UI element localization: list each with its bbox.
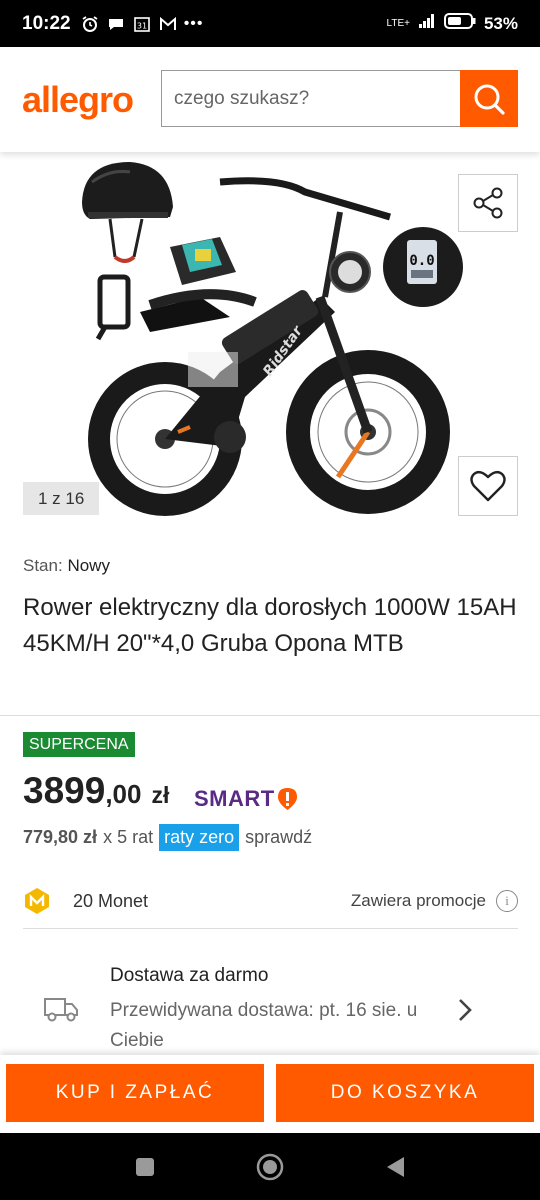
calendar-day: 31: [137, 21, 147, 30]
delivery-date: Przewidywana dostawa: pt. 16 sie. u Cieb…: [110, 1000, 418, 1051]
calendar-icon: 31: [133, 15, 151, 33]
back-triangle-icon: [387, 1156, 404, 1177]
monety-coin-icon: [25, 888, 49, 914]
smart-badge[interactable]: SMART: [194, 786, 298, 812]
status-time: 10:22: [22, 12, 71, 34]
product-image[interactable]: 0.0 Ridstar: [70, 157, 470, 537]
add-to-cart-button[interactable]: DO KOSZYKA: [276, 1064, 534, 1122]
app-header: allegro: [0, 47, 540, 152]
square-icon: [136, 1157, 154, 1176]
divider: [0, 715, 540, 716]
back-button[interactable]: [380, 1152, 410, 1182]
home-button[interactable]: [255, 1152, 285, 1182]
raty-zero-badge: raty zero: [159, 823, 240, 851]
status-notification-icons: 31 •••: [81, 15, 203, 33]
product-price: 3899 ,00 zł: [23, 770, 169, 812]
home-circle-icon: [256, 1153, 284, 1180]
delivery-row[interactable]: Dostawa za darmo Przewidywana dostawa: p…: [23, 965, 518, 1055]
smart-exclamation-icon: [277, 788, 297, 810]
system-nav-bar: [0, 1133, 540, 1200]
condition-label: Stan:: [23, 556, 63, 575]
alarm-icon: [81, 15, 99, 33]
favorite-button[interactable]: [458, 456, 518, 516]
lcd-screen-image: 0.0: [383, 227, 463, 307]
product-condition: Stan: Nowy: [23, 556, 110, 576]
bike-wheels: [88, 350, 450, 516]
heart-icon: [470, 470, 506, 502]
condition-value: Nowy: [67, 556, 110, 575]
search-icon: [474, 84, 505, 115]
recents-button[interactable]: [130, 1152, 160, 1182]
phone-holder-image: [95, 274, 131, 341]
svg-text:0.0: 0.0: [409, 253, 434, 269]
promotions-label: Zawiera promocje: [350, 891, 486, 910]
status-system-icons: LTE+ 53%: [387, 12, 518, 35]
search-box[interactable]: [161, 70, 461, 127]
price-decimal: ,00: [105, 779, 142, 809]
display-unit-image: [170, 237, 236, 285]
search-input[interactable]: [174, 87, 461, 110]
bike-frame: Ridstar: [140, 177, 391, 453]
price-currency: zł: [151, 782, 170, 808]
allegro-logo[interactable]: allegro: [22, 79, 134, 121]
check-installments-link[interactable]: sprawdź: [245, 827, 312, 848]
installment-count: x 5 rat: [103, 826, 154, 847]
promotions-info[interactable]: Zawiera promocje i: [351, 890, 518, 912]
coins-label: 20 Monet: [73, 890, 149, 911]
battery-percent: 53%: [483, 13, 518, 33]
image-counter: 1 z 16: [23, 482, 100, 515]
product-title: Rower elektryczny dla dorosłych 1000W 15…: [23, 594, 517, 657]
installment-amount: 779,80 zł: [23, 826, 98, 847]
signal-icon: [418, 13, 436, 34]
supercena-badge: SUPERCENA: [23, 732, 135, 757]
more-notifications-icon: •••: [183, 14, 204, 32]
smart-label: SMART: [194, 786, 275, 811]
chat-icon: [107, 15, 125, 33]
info-icon[interactable]: i: [496, 890, 518, 912]
status-bar: 10:22 31 ••• LTE+ 53%: [0, 0, 540, 47]
share-icon: [473, 187, 503, 219]
action-bar: KUP I ZAPŁAĆ DO KOSZYKA: [0, 1055, 540, 1133]
price-integer: 3899: [23, 770, 106, 811]
helmet-image: [82, 162, 173, 263]
network-type: LTE+: [386, 17, 410, 29]
divider: [23, 928, 518, 929]
share-button[interactable]: [458, 174, 518, 232]
truck-icon: [44, 998, 78, 1022]
installments-row[interactable]: 779,80 zł x 5 rat raty zero sprawdź: [23, 822, 312, 852]
product-gallery[interactable]: 0.0 Ridstar 1 z 16: [0, 152, 540, 537]
search-button[interactable]: [460, 70, 518, 127]
coins-row[interactable]: 20 Monet Zawiera promocje i: [23, 882, 518, 920]
delivery-title: Dostawa za darmo: [110, 965, 269, 986]
chevron-right-icon[interactable]: [455, 995, 475, 1025]
gmail-icon: [159, 15, 177, 33]
battery-icon: [443, 12, 476, 35]
buy-now-button[interactable]: KUP I ZAPŁAĆ: [6, 1064, 264, 1122]
